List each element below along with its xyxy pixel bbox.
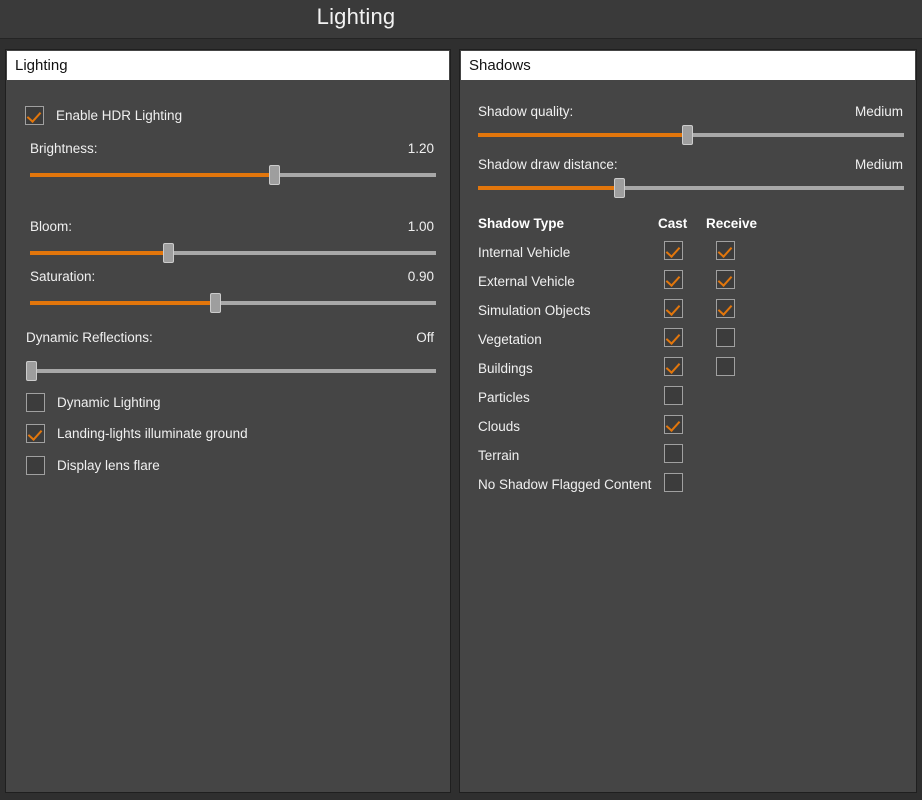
settings-window: Lighting Lighting Enable HDR Lighting Br…	[0, 0, 922, 800]
table-row-label: Simulation Objects	[478, 303, 591, 318]
shadows-panel: Shadows Shadow quality: Medium Shadow dr…	[459, 49, 917, 793]
checkbox-box-landing-lights-illuminate-ground[interactable]	[26, 423, 45, 443]
shadows-panel-body: Shadow quality: Medium Shadow draw dista…	[460, 80, 916, 792]
checkbox-cast-terrain[interactable]	[664, 444, 683, 463]
column-header-receive: Receive	[706, 216, 758, 231]
table-row-label: Particles	[478, 390, 530, 405]
checkbox-label-landing-lights-illuminate-ground: Landing-lights illuminate ground	[57, 425, 248, 441]
checkbox-cast-vegetation[interactable]	[664, 328, 683, 347]
slider-thumb-bloom[interactable]	[163, 243, 175, 263]
checkbox-cast-external-vehicle[interactable]	[664, 270, 683, 289]
checkbox-label-dynamic-lighting: Dynamic Lighting	[57, 394, 161, 410]
checkbox-cast-clouds[interactable]	[664, 415, 683, 434]
slider-fill-shadow-draw-distance	[478, 186, 619, 190]
checkbox-cast-buildings[interactable]	[664, 357, 683, 376]
slider-saturation[interactable]	[30, 293, 436, 313]
lighting-panel: Lighting Enable HDR Lighting Brightness:…	[5, 49, 451, 793]
table-row-label: Vegetation	[478, 332, 542, 347]
slider-fill-saturation	[30, 301, 215, 305]
slider-shadow-quality[interactable]	[478, 125, 904, 145]
checkbox-label-display-lens-flare: Display lens flare	[57, 457, 160, 473]
value-dynamic-reflections: Off	[416, 330, 434, 345]
slider-thumb-saturation[interactable]	[209, 293, 221, 313]
slider-thumb-brightness[interactable]	[268, 165, 280, 185]
checkbox-box-enable-hdr-lighting[interactable]	[25, 105, 44, 125]
slider-shadow-draw-distance[interactable]	[478, 178, 904, 198]
column-header-shadow-type: Shadow Type	[478, 216, 565, 231]
checkbox-receive-internal-vehicle[interactable]	[716, 241, 735, 260]
checkbox-cast-internal-vehicle[interactable]	[664, 241, 683, 260]
window-title: Lighting	[316, 4, 396, 29]
checkbox-box-dynamic-lighting[interactable]	[26, 392, 45, 412]
slider-dynamic-reflections[interactable]	[26, 361, 436, 381]
value-shadow-draw-distance: Medium	[854, 157, 903, 172]
table-row-label: Clouds	[478, 419, 521, 434]
table-row-label: Internal Vehicle	[478, 245, 571, 260]
label-brightness: Brightness:	[30, 141, 98, 156]
lighting-panel-header: Lighting	[7, 51, 449, 80]
slider-brightness[interactable]	[30, 165, 436, 185]
title-bar: Lighting	[0, 0, 922, 39]
slider-fill-shadow-quality	[478, 133, 687, 137]
checkbox-cast-simulation-objects[interactable]	[664, 299, 683, 318]
slider-thumb-shadow-draw-distance[interactable]	[613, 178, 625, 198]
checkbox-receive-external-vehicle[interactable]	[716, 270, 735, 289]
checkbox-receive-vegetation[interactable]	[716, 328, 735, 347]
label-bloom: Bloom:	[30, 219, 73, 234]
table-row-label: External Vehicle	[478, 274, 575, 289]
table-row-label: No Shadow Flagged Content	[478, 477, 652, 492]
checkbox-dynamic-lighting[interactable]: Dynamic Lighting	[26, 392, 161, 412]
value-saturation: 0.90	[407, 269, 434, 284]
value-shadow-quality: Medium	[854, 104, 903, 119]
value-bloom: 1.00	[407, 219, 434, 234]
slider-fill-bloom	[30, 251, 169, 255]
checkbox-display-lens-flare[interactable]: Display lens flare	[26, 455, 160, 475]
checkbox-box-display-lens-flare[interactable]	[26, 455, 45, 475]
table-row-label: Terrain	[478, 448, 520, 463]
slider-fill-brightness	[30, 173, 274, 177]
value-brightness: 1.20	[407, 141, 434, 156]
lighting-panel-body: Enable HDR Lighting Brightness: 1.20 Blo…	[6, 80, 450, 792]
shadows-panel-header: Shadows	[461, 51, 915, 80]
slider-thumb-shadow-quality[interactable]	[681, 125, 693, 145]
label-saturation: Saturation:	[30, 269, 96, 284]
checkbox-enable-hdr-lighting[interactable]: Enable HDR Lighting	[25, 105, 182, 125]
slider-bloom[interactable]	[30, 243, 436, 263]
checkbox-receive-buildings[interactable]	[716, 357, 735, 376]
label-shadow-draw-distance: Shadow draw distance:	[478, 157, 618, 172]
label-dynamic-reflections: Dynamic Reflections:	[26, 330, 153, 345]
checkbox-cast-no-shadow-flagged-content[interactable]	[664, 473, 683, 492]
table-row-label: Buildings	[478, 361, 533, 376]
checkbox-receive-simulation-objects[interactable]	[716, 299, 735, 318]
label-shadow-quality: Shadow quality:	[478, 104, 574, 119]
checkbox-cast-particles[interactable]	[664, 386, 683, 405]
slider-thumb-dynamic-reflections[interactable]	[26, 361, 37, 381]
column-header-cast: Cast	[658, 216, 688, 231]
slider-track-dynamic-reflections	[30, 369, 436, 373]
checkbox-label-enable-hdr-lighting: Enable HDR Lighting	[56, 107, 183, 123]
checkbox-landing-lights-illuminate-ground[interactable]: Landing-lights illuminate ground	[26, 423, 248, 443]
